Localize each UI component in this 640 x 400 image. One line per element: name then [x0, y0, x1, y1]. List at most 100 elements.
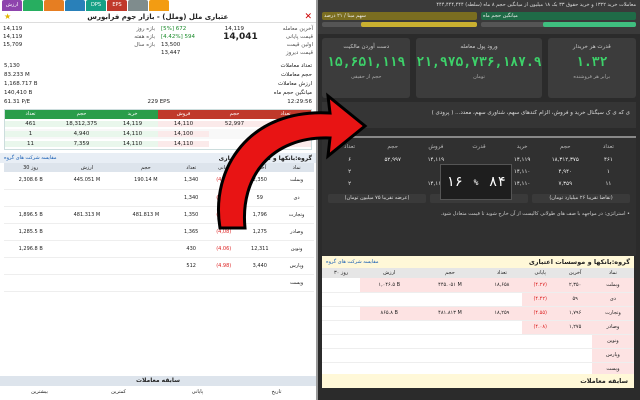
group-cell: (4.42) [207, 189, 241, 207]
tab-0[interactable]: ارزش [2, 0, 22, 11]
enhanced-group-cell [481, 334, 523, 349]
eps-label: EPS [159, 98, 170, 105]
tab-2[interactable] [44, 0, 64, 11]
close-icon[interactable]: ✕ [304, 12, 312, 22]
group-row[interactable]: 1,296.8 B 430 (4.06) 12,311 ونوین [4, 240, 314, 258]
enhanced-group-cell: وصادر [591, 320, 634, 335]
enhanced-group-cell [322, 334, 361, 349]
group-row[interactable]: 1,285.5 B 1,365 (4,08) 1,275 وصادر [4, 223, 314, 241]
power-percent-sign: % [473, 177, 479, 187]
dark-cell: ۲ [348, 169, 352, 175]
dark-header-cell: تعداد [344, 144, 356, 150]
group-cell: 1,285.5 B [4, 223, 58, 241]
group-cell: (4.98) [207, 257, 241, 275]
group-header-cell: پایانی [207, 163, 241, 172]
day-range: 14,119 [3, 26, 23, 32]
trades-volume-label: حجم معاملات [280, 71, 312, 78]
week-range: 14,119 [3, 34, 23, 40]
enhanced-group-cell: ونوین [591, 334, 634, 349]
stock-title: عتباری ملل (وملل) - بازار جوم فرابورس [87, 12, 229, 21]
week-range-label: بازه هفته [134, 34, 155, 40]
dark-header-cell: حجم [387, 144, 399, 150]
group-row[interactable]: 512 (4.98) 3,440 وپارس [4, 257, 314, 275]
demand-note: (تقاضا تقریبا ۲۶ میلیارد تومان) [532, 194, 630, 203]
tab-3[interactable] [65, 0, 85, 11]
enhanced-group-row[interactable]: وپارس [322, 348, 634, 363]
enhanced-group-cell: دی [591, 292, 634, 307]
enhanced-group-row[interactable]: ونوین [322, 334, 634, 349]
group-title: گروه:بانکها و موسسات اعتباری [218, 154, 312, 162]
enhanced-group-cell: (۴.۰۸) [522, 320, 559, 335]
enhanced-group-row[interactable]: ۱,۰۴۶.۵ B ۴۴۵.۰۵۱ M ۱۸,۶۵۸ (۴.۲۷) ۲,۳۵۰ وبملت [322, 278, 634, 293]
enhanced-group-cell [322, 348, 361, 363]
group-cell [57, 274, 117, 292]
ob-cell: 4,940 [56, 131, 107, 137]
update-time: 12:29:56 [287, 98, 312, 105]
ob-cell: 2 [260, 131, 311, 137]
power-buy: ۸۴ [488, 174, 506, 190]
price-col: [5%] 672 14,119 آخرین معامله [4.42%] 594 14… [161, 25, 313, 57]
enhanced-group-cell: وتجارت [591, 306, 634, 321]
base-bar-fill [360, 22, 477, 27]
day-range-label: بازه روز [136, 26, 155, 32]
trades-value: 1,168.717 B [4, 80, 38, 87]
trades-volume: 83.233 M [4, 71, 30, 78]
enhanced-group-title-bar: مقایسه شرکت های گروه گروه:بانکها و موسسا… [322, 256, 634, 268]
ob-header-cell: حجم [209, 110, 260, 119]
prev-price: 13,447 [161, 50, 181, 56]
star-icon[interactable]: ★ [4, 12, 11, 21]
history-section: سابقه معاملات بیشترین کمترین پایانی تاریخ [0, 376, 316, 398]
enhanced-group-cell [558, 334, 592, 349]
enhanced-group-cell: (۴.۵۵) [522, 306, 559, 321]
ob-cell: 14,110 [158, 141, 209, 147]
card-ownership-sub: حجم از حقیقی [350, 74, 382, 80]
enhanced-group-row[interactable]: (۴.۴۲) ۵۹ دی [322, 292, 634, 307]
stats-block: 5,130 تعداد معاملات 83.233 M حجم معاملات 1… [0, 61, 316, 106]
year-range: 15,709 [3, 42, 23, 48]
enhanced-group-row[interactable]: ۸۶۵.۸ B ۴۸۱.۸۱۳ M ۱۸,۲۵۹ (۴.۵۵) ۱,۷۹۶ وتجارت [322, 306, 634, 321]
group-compare-link[interactable]: مقایسه شرکت های گروه [4, 155, 57, 161]
strategy-note: • استراتژی: در مواجهه با صف های طولانی ک… [440, 211, 630, 217]
group-cell [57, 189, 117, 207]
group-cell: 2,350 [240, 172, 280, 190]
group-cell: 1,340 [175, 189, 208, 207]
tab-6[interactable] [128, 0, 148, 11]
group-cell [57, 223, 117, 241]
ob-cell: 6 [260, 121, 311, 127]
group-cell: (4,08) [207, 223, 241, 241]
year-range-label: بازه سال [134, 42, 155, 48]
tab-1[interactable] [23, 0, 43, 11]
tab-5[interactable]: EPS [107, 0, 127, 11]
group-cell [116, 257, 176, 275]
pe-value: 61.31 [4, 98, 20, 105]
history-columns: بیشترین کمترین پایانی تاریخ [0, 386, 316, 398]
ob-cell: 11 [5, 141, 56, 147]
supply-note: (عرضه تقریبا ۷۵ میلیون تومان) [328, 194, 426, 203]
enhanced-group-compare-link[interactable]: مقایسه شرکت های گروه [326, 259, 379, 265]
enhanced-group-cell [418, 348, 482, 363]
group-cell: 481.813 M [116, 206, 176, 224]
card-money-sub: تومان [473, 74, 485, 80]
group-row[interactable]: 1,896.5 B 481.313 M 481.813 M 1,350 (4,55) 1,… [4, 206, 314, 224]
group-row[interactable]: 1,340 (4.42) 59 دی [4, 189, 314, 207]
bar-label-avg: میانگین حجم ماه [481, 12, 636, 20]
enhanced-group-cell [418, 334, 482, 349]
group-cell [4, 189, 58, 207]
enhanced-group-row[interactable]: (۴.۰۸) ۱,۲۷۵ وصادر [322, 320, 634, 335]
enhanced-group-cell [360, 292, 419, 307]
history-col: پایانی [191, 389, 204, 395]
tab-4[interactable]: DPS [86, 0, 106, 11]
enhanced-group-cell [418, 320, 482, 335]
card-power-title: قدرت هر خریدار [572, 44, 611, 50]
group-section-title: مقایسه شرکت های گروه گروه:بانکها و موسسا… [0, 153, 316, 163]
enhanced-group-cell: ۵۹ [558, 292, 592, 307]
power-indicator: ۱۶ % ۸۴ [440, 164, 512, 200]
group-cell [207, 274, 241, 292]
group-row[interactable]: وپست [4, 274, 314, 292]
enhanced-header-cell: ۳۰ روز [322, 268, 361, 278]
tab-7[interactable] [149, 0, 169, 11]
summary-top: معاملات خرید ۱۳۲۲ و خرید حقوق ۳۳ بک ۱۸ م… [318, 0, 640, 34]
last-price-label: آخرین معامله [282, 26, 313, 32]
order-book-row: 1 4,940 14,110 14,100 2 [5, 129, 311, 139]
group-row[interactable]: 2,308.6 B 445.051 M 190.14 M 1,340 (4,27) 2,3… [4, 172, 314, 190]
